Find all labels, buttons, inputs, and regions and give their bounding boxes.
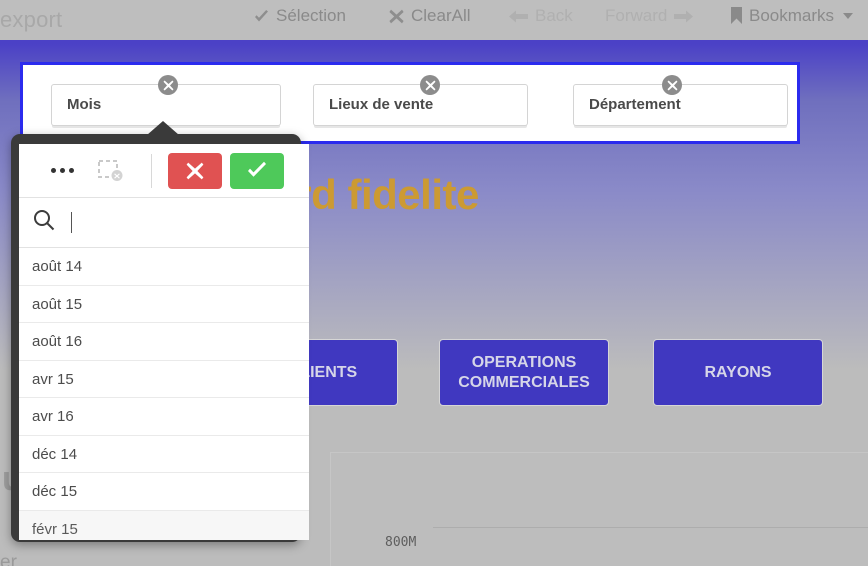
arrow-right-icon	[673, 9, 694, 24]
toolbar-divider	[151, 153, 152, 188]
bookmark-icon	[730, 7, 743, 25]
top-toolbar: export Sélection ClearAll Back Forward B…	[0, 0, 868, 40]
clear-circle-icon-departement[interactable]	[662, 75, 682, 95]
ellipsis-icon[interactable]	[39, 168, 85, 173]
confirm-selection-button[interactable]	[230, 152, 284, 189]
background-text-fragment-mid: er	[0, 552, 17, 566]
list-item[interactable]: févr 15	[19, 510, 309, 540]
clear-circle-icon-lieux[interactable]	[420, 75, 440, 95]
popup-inner: août 14 août 15 août 16 avr 15 avr 16 dé…	[19, 144, 309, 540]
clearall-button[interactable]: ClearAll	[388, 6, 471, 26]
filter-label-mois: Mois	[67, 96, 102, 113]
clear-circle-icon-mois[interactable]	[158, 75, 178, 95]
chevron-down-icon	[843, 13, 854, 19]
bookmarks-button[interactable]: Bookmarks	[730, 6, 854, 26]
filter-bar: Mois Lieux de vente Département #cb-mois…	[20, 62, 800, 144]
popup-search-row[interactable]	[19, 198, 309, 248]
nav-button-operations[interactable]: OPERATIONS COMMERCIALES	[439, 339, 609, 406]
list-item[interactable]: avr 15	[19, 361, 309, 398]
list-item[interactable]: avr 16	[19, 398, 309, 436]
arrow-left-icon	[509, 9, 529, 24]
list-item[interactable]: déc 15	[19, 473, 309, 511]
popup-arrow	[147, 121, 179, 135]
check-icon	[248, 161, 266, 177]
forward-label: Forward	[605, 6, 668, 25]
forward-button[interactable]: Forward	[605, 6, 694, 26]
selection-button[interactable]: Sélection	[253, 6, 346, 26]
selection-label: Sélection	[276, 6, 346, 25]
list-item[interactable]: août 16	[19, 323, 309, 361]
chart-plot-area	[433, 527, 868, 566]
popup-toolbar	[19, 144, 309, 198]
cross-icon	[388, 8, 405, 25]
back-label: Back	[535, 6, 573, 25]
filter-label-lieux-de-vente: Lieux de vente	[329, 96, 434, 113]
clear-selection-box-icon[interactable]	[85, 159, 137, 182]
list-item[interactable]: août 14	[19, 248, 309, 286]
back-button[interactable]: Back	[509, 6, 573, 26]
cross-icon	[186, 162, 204, 179]
filter-field-departement[interactable]: Département	[573, 84, 788, 126]
selection-popup: août 14 août 15 août 16 avr 15 avr 16 dé…	[11, 121, 309, 542]
chart-panel: 800M	[330, 452, 868, 566]
bookmarks-label: Bookmarks	[749, 6, 835, 25]
app-root: export Sélection ClearAll Back Forward B…	[0, 0, 868, 566]
filter-field-lieux-de-vente[interactable]: Lieux de vente	[313, 84, 528, 126]
search-caret	[71, 212, 72, 233]
clearall-label: ClearAll	[411, 6, 471, 25]
search-icon	[33, 209, 55, 236]
chart-y-tick-label: 800M	[385, 535, 417, 550]
list-item[interactable]: août 15	[19, 286, 309, 323]
nav-button-rayons[interactable]: RAYONS	[653, 339, 823, 406]
export-button[interactable]: export	[0, 7, 62, 33]
check-icon	[253, 8, 270, 25]
filter-label-departement: Département	[589, 96, 681, 113]
selection-list[interactable]: août 14 août 15 août 16 avr 15 avr 16 dé…	[19, 248, 309, 540]
cancel-selection-button[interactable]	[168, 152, 222, 189]
list-item[interactable]: déc 14	[19, 436, 309, 473]
